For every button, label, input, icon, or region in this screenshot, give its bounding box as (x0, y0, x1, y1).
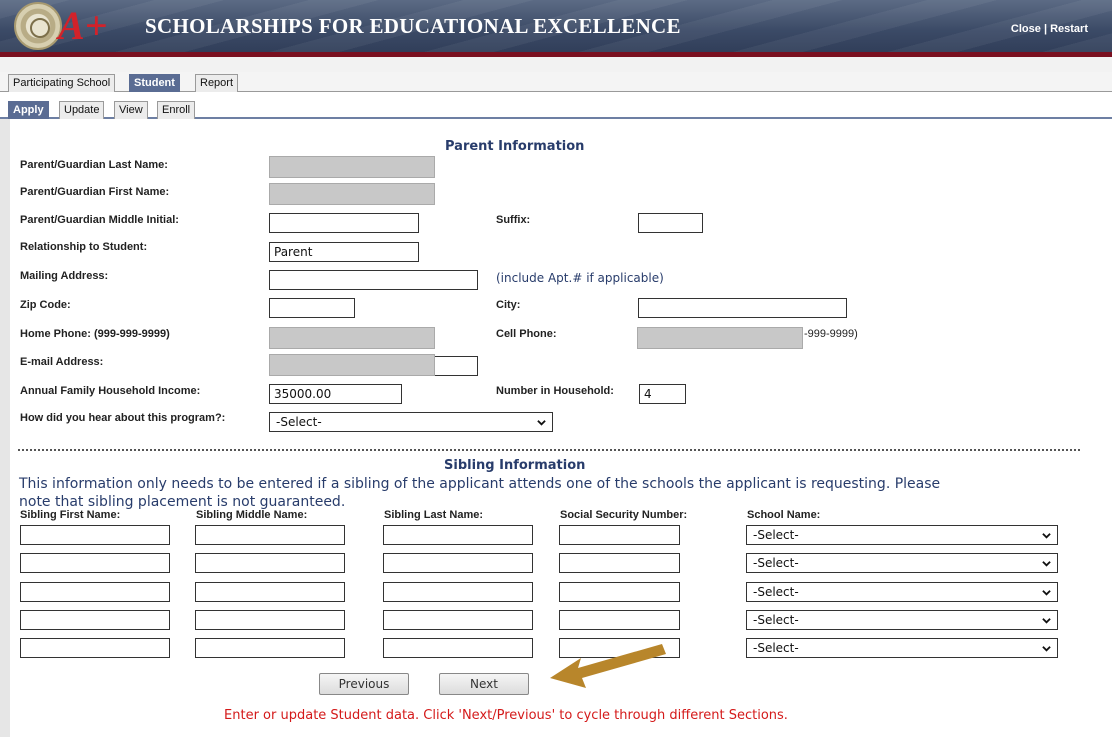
sibling-last-name-input[interactable] (383, 553, 533, 573)
chevron-down-icon (1042, 533, 1051, 539)
tab-apply[interactable]: Apply (8, 101, 49, 119)
tab-participating-school[interactable]: Participating School (8, 74, 116, 92)
sibling-ssn-input[interactable] (559, 553, 680, 573)
sibling-section-title: Sibling Information (444, 458, 586, 473)
middle-initial-label: Parent/Guardian Middle Initial: (20, 214, 179, 226)
sibling-middle-name-input[interactable] (195, 610, 345, 630)
apt-hint: (include Apt.# if applicable) (496, 271, 664, 285)
school-select-value: -Select- (753, 613, 799, 627)
sibling-middle-name-input[interactable] (195, 638, 345, 658)
col-last-name: Sibling Last Name: (384, 509, 484, 521)
school-select-value: -Select- (753, 556, 799, 570)
relationship-input[interactable]: Parent (269, 242, 419, 262)
sibling-last-name-input[interactable] (383, 582, 533, 602)
sibling-ssn-input[interactable] (559, 582, 680, 602)
chevron-down-icon (1042, 646, 1051, 652)
close-link[interactable]: Close (1011, 23, 1041, 35)
home-phone-label: Home Phone: (999-999-9999) (20, 328, 170, 340)
city-label: City: (496, 299, 521, 311)
middle-initial-input[interactable] (269, 213, 419, 233)
col-ssn: Social Security Number: (560, 509, 688, 521)
first-name-field-redacted[interactable] (269, 183, 435, 205)
sibling-last-name-input[interactable] (383, 610, 533, 630)
email-field-redacted[interactable] (269, 354, 435, 376)
school-select-value: -Select- (753, 528, 799, 542)
secondary-tab-bar: Apply Update View Enroll (0, 99, 1112, 119)
mailing-address-label: Mailing Address: (20, 270, 109, 282)
chevron-down-icon (1042, 590, 1051, 596)
sibling-school-select[interactable]: -Select- (746, 638, 1058, 658)
link-separator: | (1043, 23, 1048, 35)
hear-about-select[interactable]: -Select- (269, 412, 553, 432)
sibling-first-name-input[interactable] (20, 638, 170, 658)
first-name-label: Parent/Guardian First Name: (20, 186, 170, 198)
primary-tab-bar: Participating School Student Report (0, 72, 1112, 92)
chevron-down-icon (1042, 561, 1051, 567)
status-message: Enter or update Student data. Click 'Nex… (224, 708, 788, 723)
header-gap (0, 57, 1112, 72)
sibling-ssn-input[interactable] (559, 525, 680, 545)
tab-view[interactable]: View (114, 101, 148, 119)
household-label: Number in Household: (496, 385, 614, 397)
home-phone-field-redacted[interactable] (269, 327, 435, 349)
hear-about-label: How did you hear about this program?: (20, 412, 226, 424)
sibling-first-name-input[interactable] (20, 525, 170, 545)
restart-link[interactable]: Restart (1050, 23, 1088, 35)
col-first-name: Sibling First Name: (20, 509, 121, 521)
parent-section-title: Parent Information (445, 139, 585, 154)
suffix-label: Suffix: (496, 214, 531, 226)
cell-phone-label: Cell Phone: (496, 328, 557, 340)
relationship-label: Relationship to Student: (20, 241, 148, 253)
a-plus-logo: A+ (58, 3, 108, 48)
next-button[interactable]: Next (439, 673, 529, 695)
sibling-middle-name-input[interactable] (195, 525, 345, 545)
suffix-input[interactable] (638, 213, 703, 233)
sibling-middle-name-input[interactable] (195, 582, 345, 602)
income-input[interactable]: 35000.00 (269, 384, 402, 404)
tab-enroll[interactable]: Enroll (157, 101, 196, 119)
sibling-middle-name-input[interactable] (195, 553, 345, 573)
col-middle-name: Sibling Middle Name: (196, 509, 308, 521)
annotation-arrow-icon (550, 644, 666, 688)
header-links: Close | Restart (1011, 23, 1088, 35)
tab-report[interactable]: Report (195, 74, 239, 92)
chevron-down-icon (537, 420, 546, 426)
income-label: Annual Family Household Income: (20, 385, 201, 397)
sibling-first-name-input[interactable] (20, 582, 170, 602)
previous-button[interactable]: Previous (319, 673, 409, 695)
sibling-school-select[interactable]: -Select- (746, 610, 1058, 630)
hear-about-select-value: -Select- (276, 415, 322, 429)
sibling-first-name-input[interactable] (20, 610, 170, 630)
sibling-last-name-input[interactable] (383, 525, 533, 545)
section-divider (18, 449, 1080, 451)
mailing-address-input[interactable] (269, 270, 478, 290)
zip-input[interactable] (269, 298, 355, 318)
sibling-first-name-input[interactable] (20, 553, 170, 573)
sibling-ssn-input[interactable] (559, 610, 680, 630)
school-select-value: -Select- (753, 641, 799, 655)
last-name-field-redacted[interactable] (269, 156, 435, 178)
left-margin (0, 119, 10, 737)
page-title: SCHOLARSHIPS FOR EDUCATIONAL EXCELLENCE (145, 14, 681, 38)
school-select-value: -Select- (753, 585, 799, 599)
sibling-school-select[interactable]: -Select- (746, 525, 1058, 545)
household-input[interactable]: 4 (639, 384, 686, 404)
cell-phone-format-hint: -999-9999) (804, 328, 858, 340)
state-seal-icon (14, 2, 62, 50)
sibling-school-select[interactable]: -Select- (746, 553, 1058, 573)
chevron-down-icon (1042, 618, 1051, 624)
last-name-label: Parent/Guardian Last Name: (20, 159, 168, 171)
city-input[interactable] (638, 298, 847, 318)
col-school-name: School Name: (747, 509, 821, 521)
sibling-note-line1: This information only needs to be entere… (19, 476, 941, 492)
zip-label: Zip Code: (20, 299, 71, 311)
sibling-school-select[interactable]: -Select- (746, 582, 1058, 602)
tab-update[interactable]: Update (59, 101, 105, 119)
tab-student[interactable]: Student (129, 74, 180, 92)
cell-phone-field-redacted[interactable] (637, 327, 803, 349)
email-label: E-mail Address: (20, 356, 104, 368)
sibling-last-name-input[interactable] (383, 638, 533, 658)
